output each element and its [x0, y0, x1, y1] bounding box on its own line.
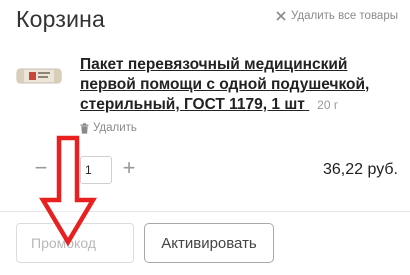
remove-item-label: Удалить — [93, 122, 137, 134]
activate-promo-button[interactable]: Активировать — [144, 223, 274, 263]
product-weight: 20 г — [317, 98, 339, 112]
quantity-decrease-button[interactable]: − — [32, 157, 50, 179]
product-image[interactable] — [16, 66, 62, 86]
trash-icon — [80, 122, 89, 134]
clear-all-label: Удалить все товары — [291, 10, 398, 22]
divider — [0, 211, 410, 212]
cart-title: Корзина — [16, 6, 106, 32]
promo-code-input[interactable] — [16, 223, 134, 263]
quantity-increase-button[interactable]: + — [120, 157, 138, 179]
close-icon — [276, 11, 286, 21]
clear-all-button[interactable]: Удалить все товары — [276, 10, 398, 22]
cart-panel: Корзина Удалить все товары Пакет перевяз… — [0, 0, 410, 275]
item-price: 36,22 руб. — [323, 161, 398, 178]
product-name-link[interactable]: Пакет перевязочный медицинский первой по… — [80, 55, 396, 115]
quantity-input[interactable] — [80, 156, 112, 184]
remove-item-button[interactable]: Удалить — [80, 122, 137, 134]
